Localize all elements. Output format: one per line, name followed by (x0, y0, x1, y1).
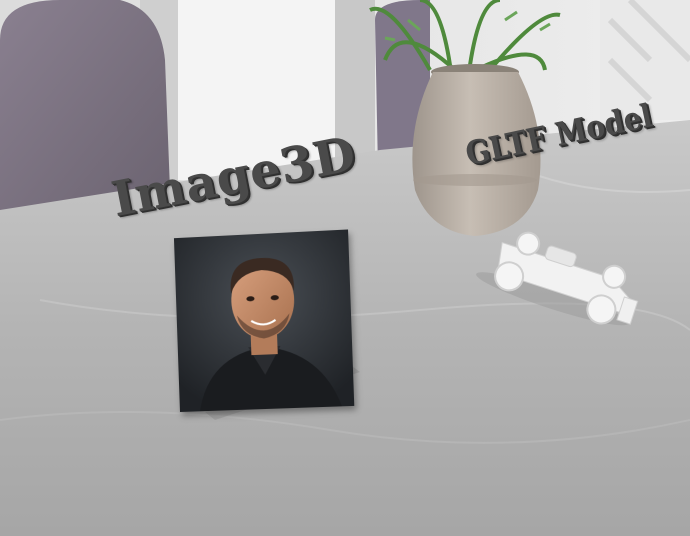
portrait-photo-icon[interactable] (173, 229, 355, 412)
3d-viewport[interactable]: Image3D GLTF Model (0, 0, 690, 536)
